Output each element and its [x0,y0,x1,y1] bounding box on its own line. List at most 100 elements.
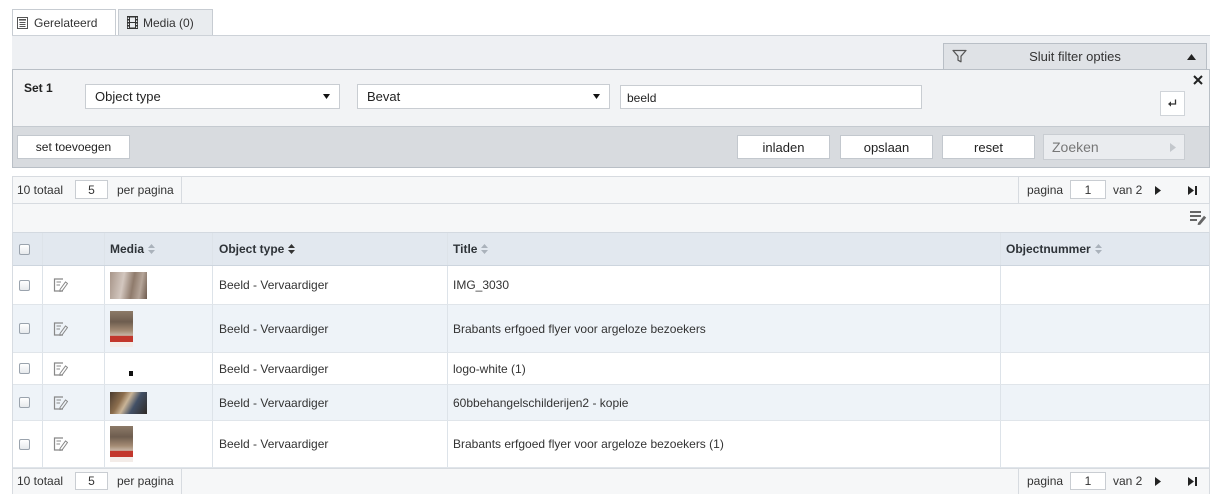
table-row[interactable]: Beeld - Vervaardiger Brabants erfgoed fl… [13,305,1209,353]
filter-toggle-button[interactable]: Sluit filter opties [943,43,1207,69]
last-page-icon[interactable] [1188,177,1197,203]
total-count: 10 totaal [17,183,64,197]
column-header-label: Objectnummer [1006,242,1091,256]
last-page-icon[interactable] [1188,469,1197,494]
object-type-cell: Beeld - Vervaardiger [213,353,448,384]
add-set-button[interactable]: set toevoegen [17,135,130,159]
page-count-label: van 2 [1113,474,1143,488]
filter-value-input[interactable] [620,85,922,109]
save-button[interactable]: opslaan [840,135,933,159]
row-checkbox[interactable] [19,397,30,408]
page-number-input[interactable] [1070,472,1106,490]
checkbox-cell [13,353,43,384]
page-label: pagina [1027,474,1064,488]
object-type-cell: Beeld - Vervaardiger [213,421,448,467]
next-page-icon[interactable] [1155,177,1161,203]
column-header-object-type[interactable]: Object type [213,233,448,265]
save-label: opslaan [863,139,910,155]
media-cell [105,305,213,352]
edit-icon[interactable] [53,361,68,376]
table-row[interactable]: Beeld - Vervaardiger logo-white (1) [13,353,1209,385]
checkbox-cell [13,421,43,467]
object-type-cell: Beeld - Vervaardiger [213,266,448,304]
filter-panel: Set 1 Object type Bevat set toevoegen [12,69,1210,168]
dropdown-arrow-icon [593,94,600,99]
apply-row-button[interactable] [1160,91,1185,116]
object-type-cell: Beeld - Vervaardiger [213,385,448,420]
edit-icon[interactable] [53,395,68,410]
row-checkbox[interactable] [19,438,30,450]
row-checkbox[interactable] [19,279,30,291]
select-all-cell [13,233,43,265]
return-icon [1168,99,1177,108]
table-row[interactable]: Beeld - Vervaardiger IMG_3030 [13,266,1209,305]
related-panel: Gerelateerd Media (0) Sluit filter optie… [0,0,1216,494]
page-size-input[interactable] [75,472,108,490]
operator-select-value: Bevat [367,89,401,104]
divider [1018,177,1019,203]
row-checkbox[interactable] [19,323,30,334]
thumbnail-image [129,371,133,376]
edit-cell [43,421,105,467]
edit-columns-icon[interactable] [1190,210,1207,225]
edit-icon[interactable] [53,321,68,336]
column-header-title[interactable]: Title [448,233,1001,265]
page-number-input[interactable] [1070,180,1106,199]
edit-cell [43,305,105,352]
pager-bottom: 10 totaal per pagina pagina van 2 [12,468,1210,494]
media-cell [105,266,213,304]
title-cell: Brabants erfgoed flyer voor argeloze bez… [448,305,1001,352]
select-all-checkbox[interactable] [19,243,30,255]
row-checkbox[interactable] [19,363,30,374]
search-button[interactable]: Zoeken [1043,134,1185,160]
set-label: Set 1 [24,81,53,95]
search-label: Zoeken [1052,139,1099,155]
total-count: 10 totaal [17,474,64,488]
table-header: Media Object type Title Objectnummer [13,232,1209,266]
media-cell [105,421,213,467]
table-row[interactable]: Beeld - Vervaardiger Brabants erfgoed fl… [13,421,1209,468]
per-page-label: per pagina [117,474,174,488]
divider [1018,469,1019,494]
load-label: inladen [762,139,805,155]
tab-related[interactable]: Gerelateerd [12,9,116,35]
pager-top: 10 totaal per pagina pagina van 2 [12,176,1210,204]
operator-select[interactable]: Bevat [357,84,610,109]
checkbox-cell [13,266,43,304]
tab-media[interactable]: Media (0) [118,9,213,35]
divider [181,177,182,203]
edit-cell [43,266,105,304]
edit-cell [43,353,105,384]
column-header-label: Media [110,242,145,256]
next-page-icon[interactable] [1155,469,1161,494]
results-table: Media Object type Title Objectnummer Bee… [12,232,1210,468]
add-set-label: set toevoegen [35,140,112,154]
title-cell: logo-white (1) [448,353,1001,384]
thumbnail-image [110,271,147,299]
close-set-button[interactable] [1192,74,1204,86]
edit-cell [43,385,105,420]
edit-icon[interactable] [53,437,68,451]
tab-label: Gerelateerd [34,15,98,30]
title-cell: Brabants erfgoed flyer voor argeloze bez… [448,421,1001,467]
column-header-objectnummer[interactable]: Objectnummer [1001,233,1209,265]
edit-icon[interactable] [53,278,68,292]
reset-button[interactable]: reset [942,135,1035,159]
field-select[interactable]: Object type [85,84,340,109]
checkbox-cell [13,385,43,420]
table-row[interactable]: Beeld - Vervaardiger 60bbehangelschilder… [13,385,1209,421]
objectnummer-cell [1001,353,1209,384]
page-label: pagina [1027,183,1064,197]
chevron-up-icon [1187,54,1196,60]
sort-active-icon [288,244,296,254]
thumbnail-image [110,426,133,462]
close-icon [1193,75,1203,85]
checkbox-cell [13,305,43,352]
play-icon [1170,143,1176,152]
load-button[interactable]: inladen [737,135,830,159]
page-size-input[interactable] [75,180,108,199]
title-cell: IMG_3030 [448,266,1001,304]
objectnummer-cell [1001,421,1209,467]
column-header-label: Title [453,242,478,256]
column-header-media[interactable]: Media [105,233,213,265]
